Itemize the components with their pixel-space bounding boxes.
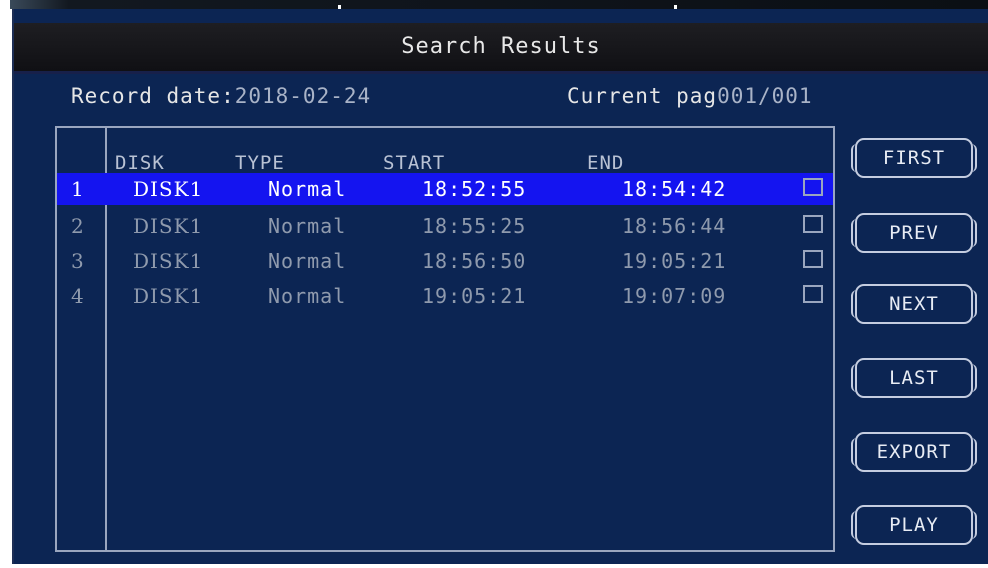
row-start-time: 18:55:25 xyxy=(422,214,527,238)
table-row[interactable]: 3 DISK1 Normal 18:56:50 19:05:21 xyxy=(57,245,833,277)
row-disk: DISK1 xyxy=(133,249,204,273)
row-number: 3 xyxy=(71,249,85,273)
export-button[interactable]: EXPORT xyxy=(851,432,977,472)
row-start-time: 19:05:21 xyxy=(422,284,527,308)
record-date-label: Record date: xyxy=(71,84,235,108)
first-page-button[interactable]: FIRST xyxy=(851,138,977,178)
search-results-screen: Search Results Record date:2018-02-24 Cu… xyxy=(12,9,988,564)
row-end-time: 18:54:42 xyxy=(622,177,727,201)
column-header-end: END xyxy=(587,152,625,174)
table-row[interactable]: 1 DISK1 Normal 18:52:55 18:54:42 xyxy=(57,173,833,205)
row-checkbox[interactable] xyxy=(803,285,823,303)
row-type: Normal xyxy=(268,214,347,238)
page-title: Search Results xyxy=(14,23,988,74)
top-edge-bar xyxy=(10,0,988,11)
row-start-time: 18:56:50 xyxy=(422,249,527,273)
row-disk: DISK1 xyxy=(133,177,204,201)
column-header-type: TYPE xyxy=(235,152,285,174)
column-header-disk: DISK xyxy=(115,152,165,174)
current-page-value: 001/001 xyxy=(717,84,813,108)
current-page-label: Current pag xyxy=(567,84,718,108)
column-header-start: START xyxy=(383,152,446,174)
last-page-button[interactable]: LAST xyxy=(851,358,977,398)
row-type: Normal xyxy=(268,177,347,201)
row-number: 2 xyxy=(71,214,85,238)
row-start-time: 18:52:55 xyxy=(422,177,527,201)
current-page: Current pag001/001 xyxy=(567,84,813,108)
record-date: Record date:2018-02-24 xyxy=(71,84,371,108)
table-row[interactable]: 2 DISK1 Normal 18:55:25 18:56:44 xyxy=(57,210,833,242)
row-disk: DISK1 xyxy=(133,284,204,308)
table-row[interactable]: 4 DISK1 Normal 19:05:21 19:07:09 xyxy=(57,280,833,312)
row-end-time: 19:07:09 xyxy=(622,284,727,308)
play-button[interactable]: PLAY xyxy=(851,505,977,545)
row-type: Normal xyxy=(268,284,347,308)
prev-page-button[interactable]: PREV xyxy=(851,213,977,253)
results-table: DISK TYPE START END 1 DISK1 Normal 18:52… xyxy=(55,126,835,552)
row-checkbox[interactable] xyxy=(803,178,823,196)
next-page-button[interactable]: NEXT xyxy=(851,284,977,324)
row-checkbox[interactable] xyxy=(803,215,823,233)
dvr-window: Search Results Record date:2018-02-24 Cu… xyxy=(0,0,988,568)
row-checkbox[interactable] xyxy=(803,250,823,268)
record-date-value: 2018-02-24 xyxy=(234,84,372,108)
row-type: Normal xyxy=(268,249,347,273)
row-disk: DISK1 xyxy=(133,214,204,238)
row-end-time: 18:56:44 xyxy=(622,214,727,238)
row-number: 1 xyxy=(71,177,85,201)
row-number: 4 xyxy=(71,284,85,308)
row-end-time: 19:05:21 xyxy=(622,249,727,273)
